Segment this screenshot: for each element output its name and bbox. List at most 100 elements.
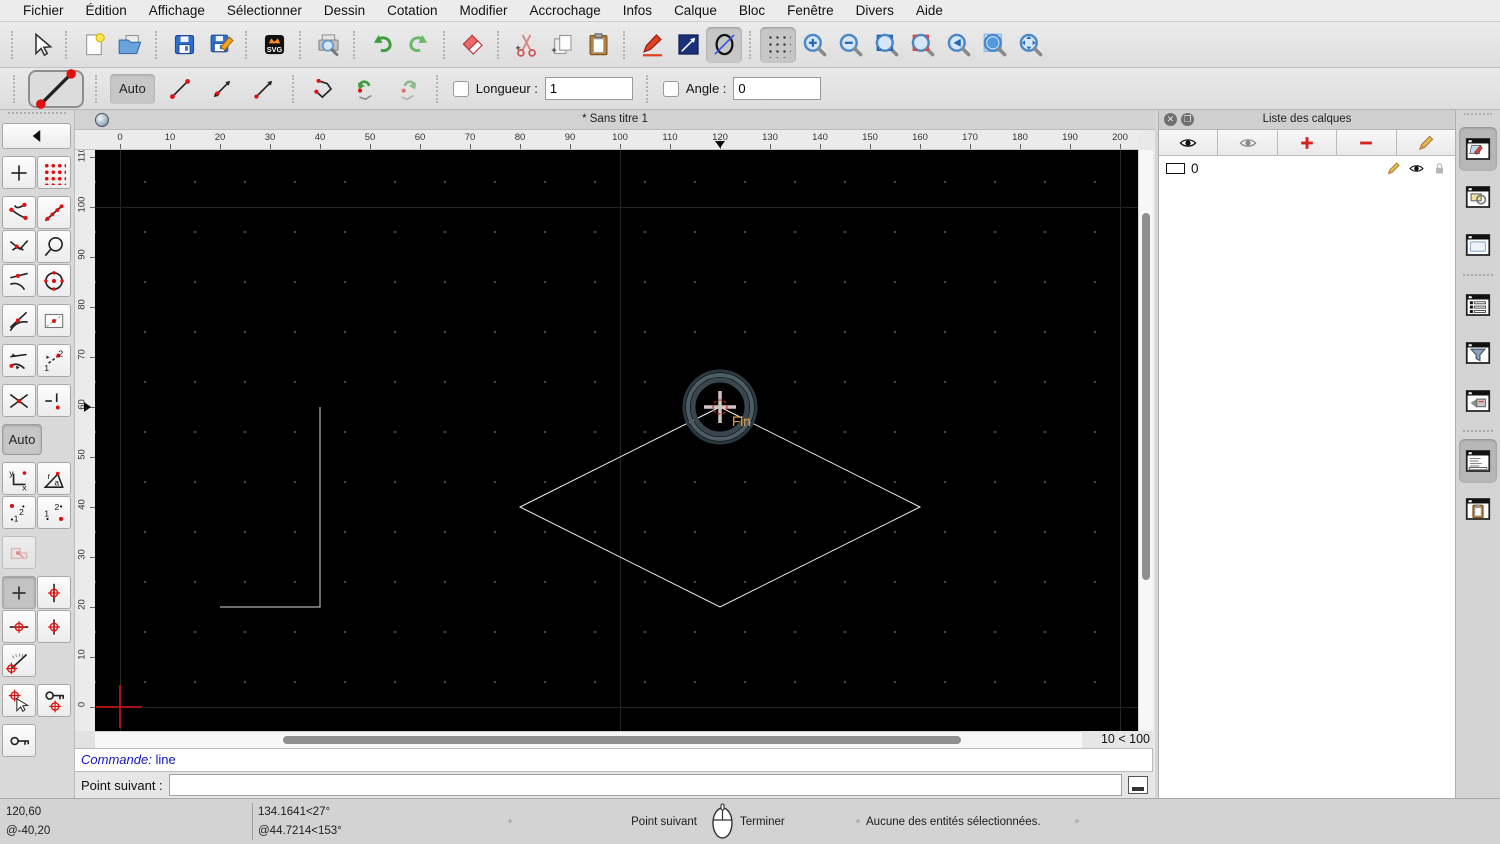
polyline-button[interactable]	[303, 72, 345, 106]
polyline-l-shape[interactable]	[220, 407, 321, 608]
dock-clipboard-button[interactable]	[1459, 487, 1497, 531]
restrict-free-button[interactable]	[2, 576, 36, 609]
snap-nearest-button[interactable]	[2, 264, 36, 297]
menu-item-cotation[interactable]: Cotation	[376, 3, 448, 18]
snap-free-button[interactable]	[2, 156, 36, 189]
command-input[interactable]	[168, 774, 1122, 796]
open-document-button[interactable]	[112, 27, 148, 63]
snap-center-button[interactable]	[37, 264, 71, 297]
copy-button[interactable]	[544, 27, 580, 63]
snap-endpoint-button[interactable]	[2, 196, 36, 229]
length-input[interactable]	[544, 77, 633, 100]
current-tool-indicator[interactable]	[28, 68, 84, 109]
layer-visibility-icon[interactable]	[1408, 160, 1425, 177]
save-as-button[interactable]	[202, 27, 238, 63]
zoom-auto-button[interactable]	[868, 27, 904, 63]
document-titlebar[interactable]: * Sans titre 1	[75, 110, 1155, 130]
dock-filter-button[interactable]	[1459, 331, 1497, 375]
menu-item-aide[interactable]: Aide	[905, 3, 954, 18]
snap-tangent-button[interactable]	[2, 304, 36, 337]
menu-item-modifier[interactable]: Modifier	[448, 3, 518, 18]
snap-distance-button[interactable]: 12	[37, 344, 71, 377]
line-attributes-button[interactable]	[670, 27, 706, 63]
snap-on-entity-button[interactable]	[37, 196, 71, 229]
dock-layer-list-button[interactable]	[1459, 127, 1497, 171]
toolbox-collapse-button[interactable]	[2, 123, 71, 149]
grid-toggle-button[interactable]	[760, 26, 796, 63]
angle-checkbox[interactable]	[662, 80, 679, 97]
select-pointer-button[interactable]	[22, 27, 58, 63]
restrict-nothing-button[interactable]	[37, 384, 71, 417]
export-svg-button[interactable]: SVG	[256, 27, 292, 63]
cut-button[interactable]	[508, 27, 544, 63]
zoom-selected-button[interactable]	[904, 27, 940, 63]
redo-button[interactable]	[400, 27, 436, 63]
menu-item-calque[interactable]: Calque	[663, 3, 728, 18]
auto-mode-button[interactable]: Auto	[110, 73, 155, 104]
lock-relative-zero-button[interactable]	[37, 684, 71, 717]
dock-named-views-button[interactable]	[1459, 379, 1497, 423]
snap-intersection-auto-button[interactable]	[2, 230, 36, 263]
menu-item-accrochage[interactable]: Accrochage	[518, 3, 611, 18]
undo-segment-button[interactable]	[345, 72, 387, 106]
zoom-window-button[interactable]	[976, 27, 1012, 63]
delete-button[interactable]	[454, 27, 490, 63]
layer-edit-icon[interactable]	[1385, 160, 1402, 177]
undo-button[interactable]	[364, 27, 400, 63]
lock-zero-button[interactable]	[2, 724, 36, 757]
dock-entity-list-button[interactable]	[1459, 283, 1497, 327]
relative-point-2-button[interactable]: 12	[37, 496, 71, 529]
angle-input[interactable]	[733, 77, 822, 100]
menu-item-infos[interactable]: Infos	[612, 3, 663, 18]
zoom-previous-button[interactable]	[940, 27, 976, 63]
menu-item-fichier[interactable]: Fichier	[12, 3, 75, 18]
add-layer-button[interactable]	[1277, 130, 1338, 155]
layer-lock-icon[interactable]	[1431, 160, 1448, 177]
restrict-disabled-button[interactable]	[2, 536, 36, 569]
vertical-scrollbar-thumb[interactable]	[1142, 213, 1150, 580]
coordinate-cartesian-button[interactable]: yx	[2, 462, 36, 495]
drawing-canvas[interactable]: Fin	[95, 150, 1138, 731]
layer-row[interactable]: 0	[1159, 157, 1455, 179]
coordinate-polar-button[interactable]: ra	[37, 462, 71, 495]
paste-button[interactable]	[580, 27, 616, 63]
snap-auto-button[interactable]: Auto	[2, 424, 42, 455]
horizontal-scrollbar[interactable]	[95, 731, 1082, 748]
snap-middle-button[interactable]	[37, 230, 71, 263]
dock-block-list-button[interactable]	[1459, 175, 1497, 219]
dock-library-browser-button[interactable]	[1459, 223, 1497, 267]
menu-item-affichage[interactable]: Affichage	[138, 3, 216, 18]
zoom-pan-button[interactable]	[1012, 27, 1048, 63]
hide-all-layers-button[interactable]	[1218, 130, 1278, 155]
vertical-scrollbar[interactable]	[1138, 150, 1153, 731]
horizontal-scrollbar-thumb[interactable]	[283, 736, 961, 744]
line-two-points-button[interactable]	[159, 72, 201, 106]
length-checkbox[interactable]	[452, 80, 469, 97]
restrict-orthogonal-button[interactable]	[37, 610, 71, 643]
menu-item-bloc[interactable]: Bloc	[728, 3, 776, 18]
dock-command-widget-button[interactable]	[1459, 439, 1497, 483]
snap-reference-button[interactable]	[37, 304, 71, 337]
draft-mode-button[interactable]	[706, 26, 742, 63]
attributes-button[interactable]	[634, 27, 670, 63]
restrict-horizontal-button[interactable]	[2, 610, 36, 643]
redo-segment-button[interactable]	[387, 72, 429, 106]
pick-coordinate-button[interactable]	[2, 684, 36, 717]
relative-point-1-button[interactable]: 12	[2, 496, 36, 529]
line-one-direction-button[interactable]	[243, 72, 285, 106]
remove-layer-button[interactable]	[1337, 130, 1397, 155]
menu-item-divers[interactable]: Divers	[845, 3, 905, 18]
snap-angle-button[interactable]	[2, 344, 36, 377]
new-document-button[interactable]	[76, 27, 112, 63]
keyboard-focus-button[interactable]	[1128, 776, 1148, 794]
zoom-out-button[interactable]	[832, 27, 868, 63]
snap-angle-rel-button[interactable]	[2, 644, 36, 677]
save-button[interactable]	[166, 27, 202, 63]
show-all-layers-button[interactable]	[1159, 130, 1219, 155]
restrict-vertical-button[interactable]	[37, 576, 71, 609]
menu-item-dessin[interactable]: Dessin	[313, 3, 376, 18]
menu-item-dition[interactable]: Édition	[75, 3, 138, 18]
snap-intersection-button[interactable]	[2, 384, 36, 417]
edit-layer-button[interactable]	[1396, 130, 1456, 155]
zoom-in-button[interactable]	[796, 27, 832, 63]
